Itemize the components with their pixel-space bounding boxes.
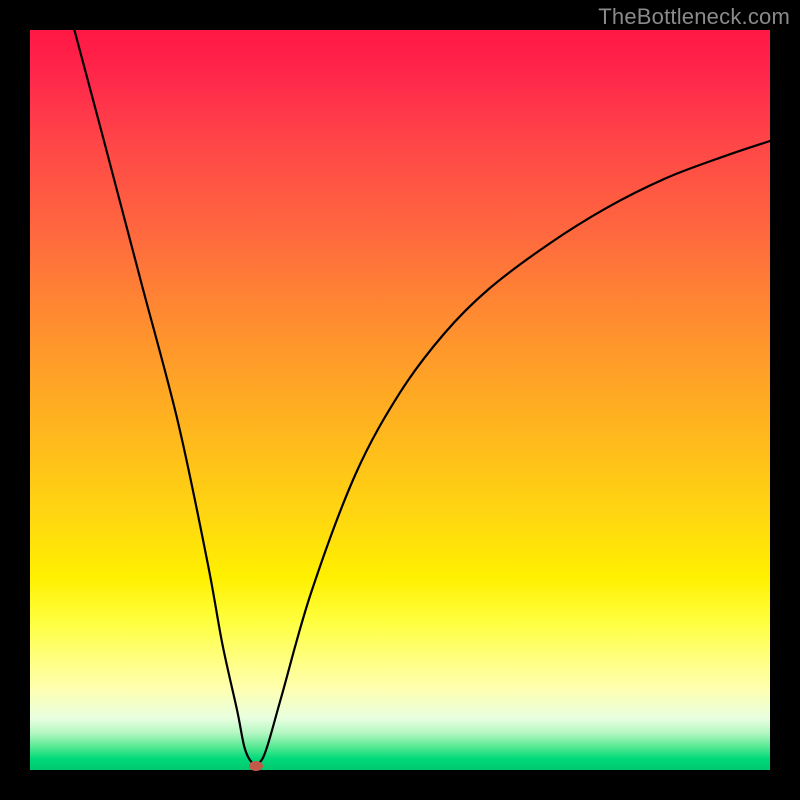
minimum-marker-dot — [249, 761, 263, 771]
curve-path — [74, 30, 770, 764]
chart-frame: TheBottleneck.com — [0, 0, 800, 800]
watermark-text: TheBottleneck.com — [598, 4, 790, 30]
plot-area — [30, 30, 770, 770]
bottleneck-curve — [30, 30, 770, 770]
